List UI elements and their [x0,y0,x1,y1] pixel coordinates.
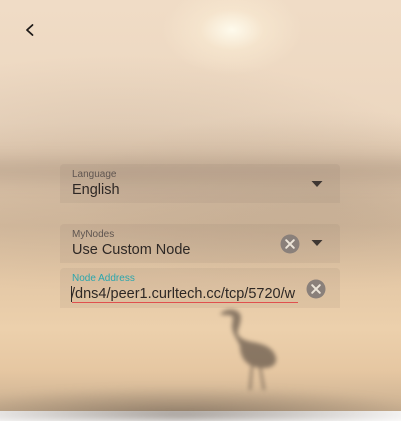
background-image [0,0,401,421]
node-address-field[interactable]: Node Address [60,268,340,308]
language-select[interactable]: Language English [60,164,340,203]
dropdown-arrow-icon[interactable] [310,238,324,248]
dropdown-arrow-icon[interactable] [310,179,324,189]
node-address-label: Node Address [72,273,135,284]
language-label: Language [72,169,117,180]
text-cursor [71,286,72,302]
back-button[interactable] [16,16,44,44]
mynodes-value: Use Custom Node [72,242,191,258]
clear-circle-icon[interactable] [280,234,300,254]
error-underline [72,302,298,303]
heron-silhouette [220,309,277,390]
shoreline [0,381,401,421]
language-value: English [72,182,120,198]
mynodes-select[interactable]: MyNodes Use Custom Node [60,224,340,263]
node-address-input[interactable] [71,285,298,303]
clear-circle-icon[interactable] [306,279,326,299]
chevron-left-icon [26,24,34,36]
mynodes-label: MyNodes [72,229,115,240]
